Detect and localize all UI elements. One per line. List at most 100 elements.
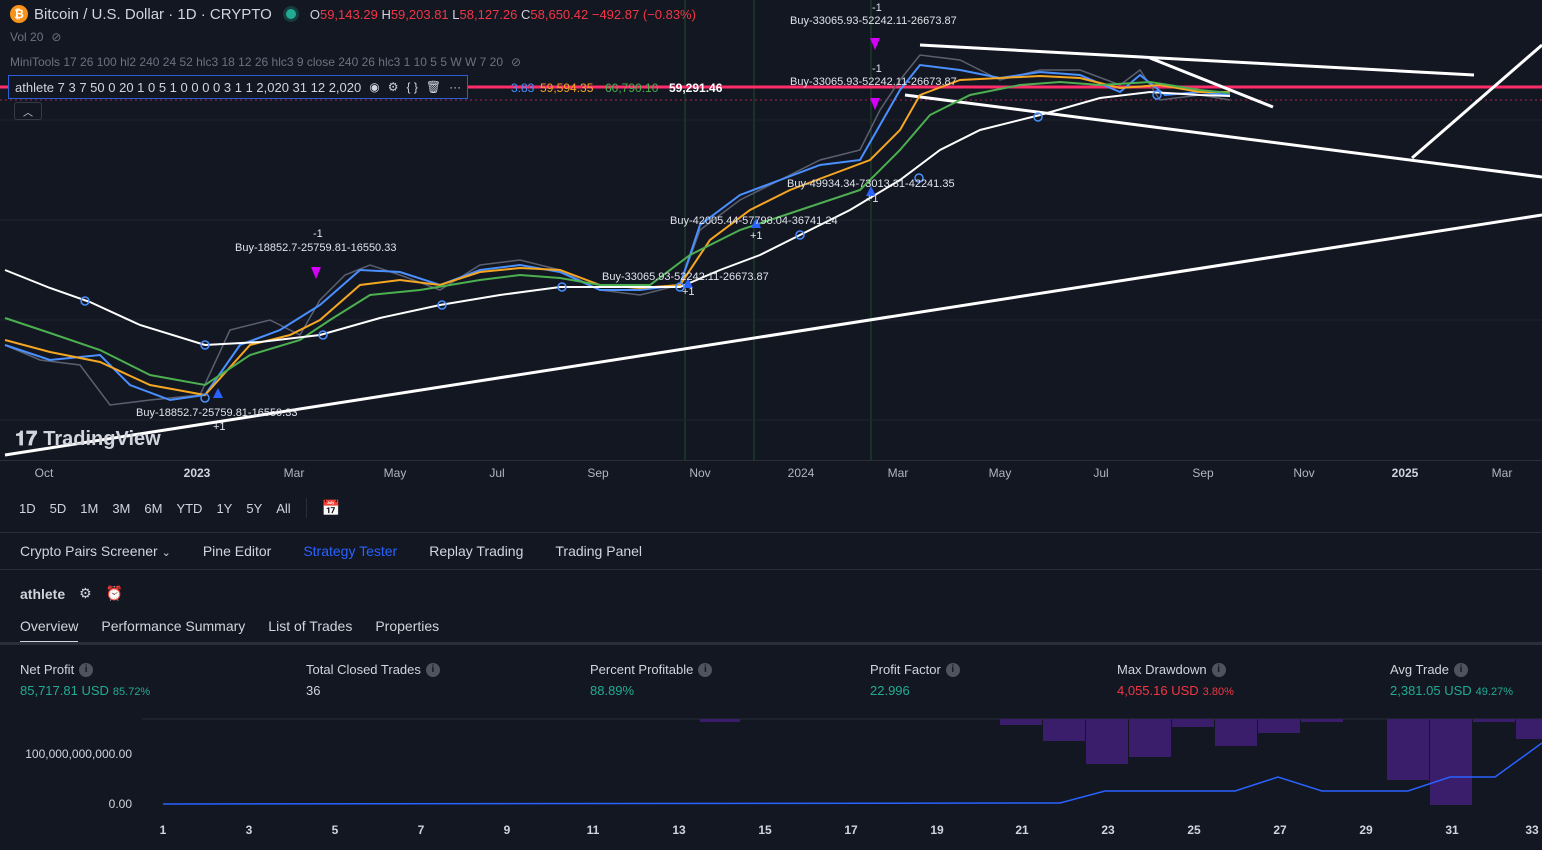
metric-net-profit: Net Profit i 85,717.81 USD 85.72% [20, 662, 150, 698]
metric-avg-trade: Avg Trade i 2,381.05 USD 49.27% [1390, 662, 1513, 698]
tab-list-of-trades[interactable]: List of Trades [268, 618, 352, 644]
metric-label: Profit Factor [870, 662, 941, 677]
range-1y-button[interactable]: 1Y [209, 501, 239, 516]
info-icon[interactable]: i [945, 662, 960, 677]
bitcoin-logo-icon: ₿ [10, 5, 28, 23]
time-axis-label: 2024 [787, 466, 815, 480]
metric-value: 85,717.81 USD [20, 683, 109, 698]
change-value: −492.87 (−0.83%) [591, 6, 696, 22]
source-code-icon[interactable]: { } [406, 80, 417, 94]
ma-mid-line [4, 74, 1230, 397]
time-axis-label: Jul [1093, 466, 1109, 480]
info-icon[interactable]: i [698, 662, 713, 677]
open-label: O [309, 6, 320, 22]
range-1d-button[interactable]: 1D [12, 501, 43, 516]
volume-legend[interactable]: Vol 20 ⊘ [10, 30, 61, 44]
tradingview-logo-icon: 𝟏𝟕 [15, 428, 38, 450]
tab-replay-trading[interactable]: Replay Trading [413, 543, 539, 559]
time-axis-label: Mar [1491, 466, 1513, 480]
trade-annotation: +1 [866, 193, 879, 205]
tab-trading-panel[interactable]: Trading Panel [539, 543, 658, 559]
date-range-bar: 1D 5D 1M 3M 6M YTD 1Y 5Y All 📅 [0, 490, 1542, 526]
collapse-legend-button[interactable]: ︿ [14, 102, 42, 120]
equity-x-label: 31 [1445, 823, 1459, 837]
equity-x-label: 11 [586, 823, 600, 837]
info-icon[interactable]: i [1211, 662, 1226, 677]
equity-x-label: 23 [1101, 823, 1115, 837]
indicator-value-1: 3.83 [511, 81, 535, 95]
range-3m-button[interactable]: 3M [105, 501, 137, 516]
metric-percent-profitable: Percent Profitable i 88.89% [590, 662, 713, 698]
metric-value: 88.89% [590, 683, 635, 698]
trade-annotation: Buy-18852.7-25759.81-16550.33 [136, 407, 298, 419]
open-value: 59,143.29 [319, 6, 378, 22]
range-ytd-button[interactable]: YTD [169, 501, 209, 516]
indicator-value-2: 59,594.35 [540, 81, 594, 95]
equity-y-label: 100,000,000,000.00 [25, 747, 132, 761]
ohlc-values: O59,143.29 H59,203.81 L58,127.26 C58,650… [310, 7, 696, 22]
ma-200-line [4, 90, 1231, 347]
symbol-title[interactable]: Bitcoin / U.S. Dollar · 1D · CRYPTO [34, 6, 272, 23]
settings-icon[interactable]: ⚙ [79, 585, 92, 602]
divider [305, 498, 307, 518]
settings-icon[interactable]: ⚙ [388, 80, 399, 94]
tab-strategy-tester[interactable]: Strategy Tester [287, 543, 413, 559]
close-value: 58,650.42 [530, 6, 589, 22]
metric-profit-factor: Profit Factor i 22.996 [870, 662, 960, 698]
symbol-legend[interactable]: ₿ Bitcoin / U.S. Dollar · 1D · CRYPTO O5… [10, 5, 696, 23]
info-icon[interactable]: i [79, 662, 94, 677]
metric-value: 2,381.05 USD [1390, 683, 1472, 698]
metric-value: 4,055.16 USD [1117, 683, 1199, 698]
info-icon[interactable]: i [1454, 662, 1469, 677]
trade-annotation: Buy-42005.44-57798.04-36741.24 [670, 215, 838, 227]
goto-date-icon[interactable]: 📅 [315, 499, 348, 517]
tab-crypto-pairs-screener[interactable]: Crypto Pairs Screener ⌄ [0, 543, 187, 559]
main-chart[interactable]: ₿ Bitcoin / U.S. Dollar · 1D · CRYPTO O5… [0, 0, 1542, 487]
time-axis-label: Oct [34, 466, 54, 480]
trade-annotation: +1 [213, 421, 226, 433]
tab-overview[interactable]: Overview [20, 618, 79, 644]
metric-percent: 85.72% [112, 686, 151, 698]
delete-icon[interactable]: 🗑 [426, 80, 441, 94]
trade-annotation: Buy-33065.93-52242.11-26673.87 [790, 76, 957, 88]
range-5d-button[interactable]: 5D [43, 501, 74, 516]
close-label: C [521, 6, 531, 22]
indicator-value-4: 59,291.46 [669, 81, 723, 95]
strategy-name: athlete [20, 585, 66, 602]
range-5y-button[interactable]: 5Y [239, 501, 269, 516]
tab-performance-summary[interactable]: Performance Summary [101, 618, 245, 644]
alert-clock-icon[interactable]: ⏰ [106, 585, 123, 602]
equity-x-label: 5 [331, 823, 339, 837]
drawdown-bars [700, 719, 1542, 805]
equity-line [162, 742, 1542, 805]
chevron-down-icon[interactable]: ⌄ [162, 547, 171, 559]
minitools-label: MiniTools 17 26 100 hl2 240 24 52 hlc3 1… [10, 55, 503, 69]
volume-label: Vol 20 [10, 30, 44, 44]
time-axis-label: Sep [1192, 466, 1214, 480]
time-axis-label: May [988, 466, 1012, 480]
metric-percent: 3.80% [1202, 686, 1234, 698]
time-axis-label: Nov [1293, 466, 1315, 480]
tab-pine-editor[interactable]: Pine Editor [187, 543, 287, 559]
hide-eye-icon[interactable]: ⊘ [51, 30, 61, 44]
tradingview-wordmark: TradingView [43, 428, 161, 450]
hide-eye-icon[interactable]: ⊘ [511, 55, 521, 69]
eye-icon[interactable]: ◉ [369, 80, 379, 94]
equity-x-label: 7 [417, 823, 425, 837]
info-icon[interactable]: i [425, 662, 440, 677]
range-1m-button[interactable]: 1M [73, 501, 105, 516]
time-axis-label: Nov [689, 466, 711, 480]
trade-annotation: -1 [313, 228, 323, 240]
trade-annotation: Buy-33065.93-52242.11-26673.87 [790, 15, 957, 27]
minitools-legend[interactable]: MiniTools 17 26 100 hl2 240 24 52 hlc3 1… [10, 55, 521, 69]
range-all-button[interactable]: All [269, 501, 297, 516]
metric-label: Max Drawdown [1117, 662, 1207, 677]
athlete-indicator-legend[interactable]: athlete 7 3 7 50 0 20 1 0 5 1 0 0 0 0 3 … [8, 75, 469, 99]
metric-total-closed-trades: Total Closed Trades i 36 [306, 662, 440, 698]
more-icon[interactable]: ··· [449, 80, 461, 94]
tab-properties[interactable]: Properties [375, 618, 439, 644]
equity-x-label: 17 [844, 823, 858, 837]
range-6m-button[interactable]: 6M [137, 501, 169, 516]
metric-label: Net Profit [20, 662, 75, 677]
equity-x-label: 29 [1359, 823, 1373, 837]
